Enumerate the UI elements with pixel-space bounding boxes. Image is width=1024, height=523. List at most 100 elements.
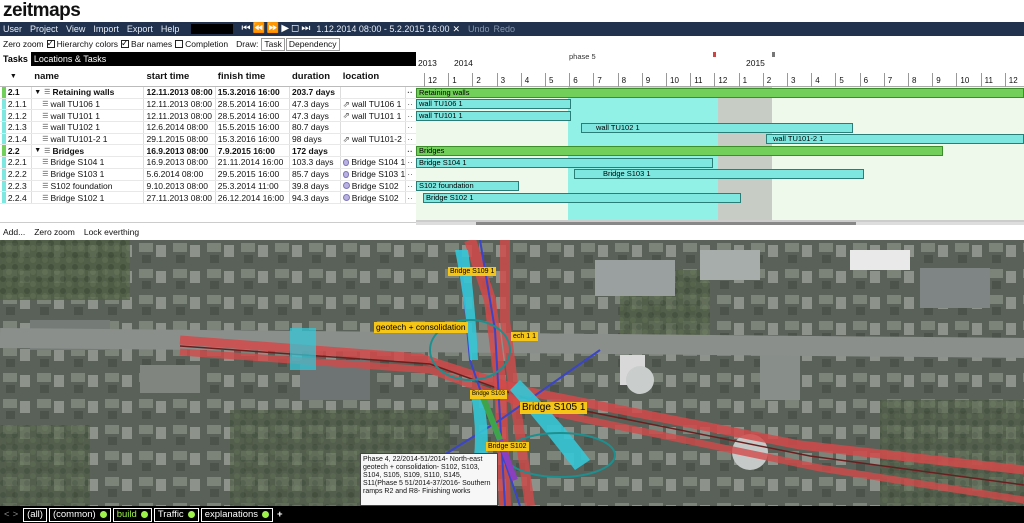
row-name[interactable]: ▼ ☰ Retaining walls — [32, 87, 145, 98]
add-layer-button[interactable]: + — [277, 509, 283, 520]
table-row[interactable]: 2.1.2 ☰ wall TU101 1 12.11.2013 08:00 28.5.2… — [0, 110, 416, 123]
start-time[interactable]: 12.11.2013 08:00 — [144, 110, 216, 122]
gantt-bar[interactable]: Bridges — [416, 146, 943, 156]
finish-time[interactable]: 15.5.2015 16:00 — [216, 122, 290, 133]
aerial-map[interactable]: Bridge S109 1 geotech + consolidation ec… — [0, 240, 1024, 506]
rewind-icon[interactable]: ⏪ — [252, 22, 264, 36]
table-row[interactable]: 2.2.2 ☰ Bridge S103 1 5.6.2014 08:00 29.5.20… — [0, 168, 416, 181]
row-name[interactable]: ☰ wall TU102 1 — [32, 122, 145, 133]
more-icon[interactable]: ·· — [406, 192, 416, 203]
gantt-bar[interactable]: Bridge S104 1 — [416, 157, 713, 168]
finish-time[interactable]: 21.11.2014 16:00 — [216, 157, 290, 168]
location[interactable]: Bridge S102 — [341, 192, 407, 203]
table-row[interactable]: 2.2.1 ☰ Bridge S104 1 16.9.2013 08:00 21.11.… — [0, 157, 416, 169]
location[interactable] — [341, 122, 407, 133]
start-time[interactable]: 27.11.2013 08:00 — [144, 192, 216, 203]
more-icon[interactable]: ·· — [406, 122, 416, 133]
row-name[interactable]: ▼ ☰ Bridges — [32, 145, 145, 157]
column-location[interactable]: location — [341, 66, 406, 86]
more-icon[interactable]: ·· — [406, 134, 416, 145]
more-icon[interactable]: ·· — [406, 87, 416, 98]
lock-everything-link[interactable]: Lock everthing — [84, 227, 139, 237]
menu-user[interactable]: User — [0, 22, 26, 36]
search-field[interactable] — [191, 24, 234, 34]
duration[interactable]: 85.7 days — [290, 168, 341, 180]
expand-icon[interactable]: ▼ — [34, 89, 41, 96]
more-icon[interactable]: ·· — [406, 181, 416, 192]
gantt-bar[interactable]: wall TU101-2 1 — [766, 134, 1024, 145]
layer-item[interactable]: build — [112, 507, 152, 522]
close-range-icon[interactable]: ✕ — [452, 24, 460, 35]
duration[interactable]: 39.8 days — [290, 180, 341, 192]
table-row[interactable]: 2.1.4 ☰ wall TU101-2 1 29.1.2015 08:00 15.3.… — [0, 133, 416, 146]
duration[interactable]: 103.3 days — [290, 157, 341, 168]
map-label-bridge-s103[interactable]: Bridge S103 — [470, 390, 508, 399]
layer-visibility-icon[interactable] — [262, 511, 270, 518]
hierarchy-colors-toggle[interactable]: Hierarchy colors — [46, 38, 118, 49]
table-row[interactable]: 2.1 ▼ ☰ Retaining walls 12.11.2013 08:00 15.3… — [0, 87, 416, 99]
layer-item[interactable]: Traffic — [153, 507, 199, 522]
column-duration[interactable]: duration — [290, 66, 341, 86]
start-time[interactable]: 12.6.2014 08:00 — [144, 122, 216, 133]
layer-item[interactable]: explanations — [200, 507, 274, 522]
fast-forward-icon[interactable]: ⏩ — [267, 22, 279, 36]
location[interactable]: Bridge S102 — [341, 180, 407, 192]
location[interactable]: Bridge S103 1 — [341, 168, 407, 180]
map-label-bridge-s105[interactable]: Bridge S105 1 — [520, 402, 588, 414]
completion-checkbox[interactable] — [175, 40, 184, 48]
prev-layer-button[interactable]: < — [4, 509, 10, 520]
duration[interactable]: 98 days — [290, 133, 341, 145]
more-icon[interactable]: ·· — [406, 169, 416, 180]
row-name[interactable]: ☰ wall TU101-2 1 — [32, 133, 145, 145]
gantt-bar[interactable]: Retaining walls — [416, 87, 1024, 98]
finish-time[interactable]: 29.5.2015 16:00 — [216, 168, 290, 180]
location[interactable]: Bridge S104 1 — [341, 157, 407, 168]
layer-item[interactable]: (common) — [48, 507, 111, 522]
finish-time[interactable]: 15.3.2016 16:00 — [216, 87, 290, 98]
menu-project[interactable]: Project — [26, 22, 62, 36]
duration[interactable]: 172 days — [290, 145, 341, 157]
gantt-bar[interactable]: wall TU106 1 — [416, 99, 571, 110]
gantt-scrollbar[interactable] — [416, 222, 1024, 225]
layer-visibility-icon[interactable] — [187, 511, 195, 518]
start-time[interactable]: 5.6.2014 08:00 — [144, 168, 216, 180]
menu-export[interactable]: Export — [123, 22, 157, 36]
scrollbar-thumb[interactable] — [476, 222, 856, 225]
table-row[interactable]: 2.1.1 ☰ wall TU106 1 12.11.2013 08:00 28.5.2… — [0, 98, 416, 111]
start-time[interactable]: 9.10.2013 08:00 — [144, 180, 216, 192]
gantt-chart[interactable]: 2013 2014 2015 12 1 2 3 4 5 6 7 8 9 10 11 12 1 2 3 4 5 6 7 8… — [416, 52, 1024, 222]
location[interactable]: ⇗ wall TU106 1 — [341, 98, 407, 110]
more-icon[interactable]: ·· — [406, 110, 416, 121]
table-row[interactable]: 2.1.3 ☰ wall TU102 1 12.6.2014 08:00 15.5.20… — [0, 122, 416, 134]
start-time[interactable]: 29.1.2015 08:00 — [144, 133, 216, 145]
more-icon[interactable]: ·· — [406, 99, 416, 110]
table-row[interactable]: 2.2.3 ☰ S102 foundation 9.10.2013 08:00 25.3… — [0, 180, 416, 193]
finish-time[interactable]: 28.5.2014 16:00 — [216, 110, 290, 122]
duration[interactable]: 94.3 days — [290, 192, 341, 203]
date-range[interactable]: 1.12.2014 08:00 - 5.2.2015 16:00 — [316, 24, 449, 34]
zero-zoom-button[interactable]: Zero zoom — [3, 39, 44, 49]
finish-time[interactable]: 15.3.2016 16:00 — [216, 133, 290, 145]
map-label-bridge-s102[interactable]: Bridge S102 — [486, 442, 529, 451]
expand-icon[interactable]: ▼ — [34, 147, 41, 154]
gantt-bar[interactable]: S102 foundation — [416, 181, 519, 192]
location[interactable] — [341, 87, 407, 98]
stop-icon[interactable]: ◻ — [291, 22, 299, 36]
duration[interactable]: 47.3 days — [290, 98, 341, 110]
draw-task-button[interactable]: Task — [261, 37, 285, 51]
gantt-bar[interactable]: Bridge S102 1 — [423, 192, 741, 203]
layer-item[interactable]: (all) — [23, 507, 47, 522]
redo-button[interactable]: Redo — [494, 24, 516, 34]
row-name[interactable]: ☰ wall TU106 1 — [32, 98, 145, 110]
duration[interactable]: 203.7 days — [290, 87, 341, 98]
add-button[interactable]: Add... — [3, 227, 25, 237]
column-finish-time[interactable]: finish time — [216, 66, 290, 86]
start-time[interactable]: 16.9.2013 08:00 — [144, 145, 216, 157]
finish-time[interactable]: 7.9.2015 16:00 — [216, 145, 290, 157]
play-icon[interactable]: ▶ — [281, 22, 289, 36]
layer-visibility-icon[interactable] — [140, 511, 148, 518]
more-icon[interactable]: ·· — [406, 145, 416, 156]
row-name[interactable]: ☰ Bridge S104 1 — [32, 157, 145, 168]
bar-names-checkbox[interactable] — [121, 38, 130, 49]
location[interactable]: ⇗ wall TU101-2 1 — [341, 133, 407, 145]
